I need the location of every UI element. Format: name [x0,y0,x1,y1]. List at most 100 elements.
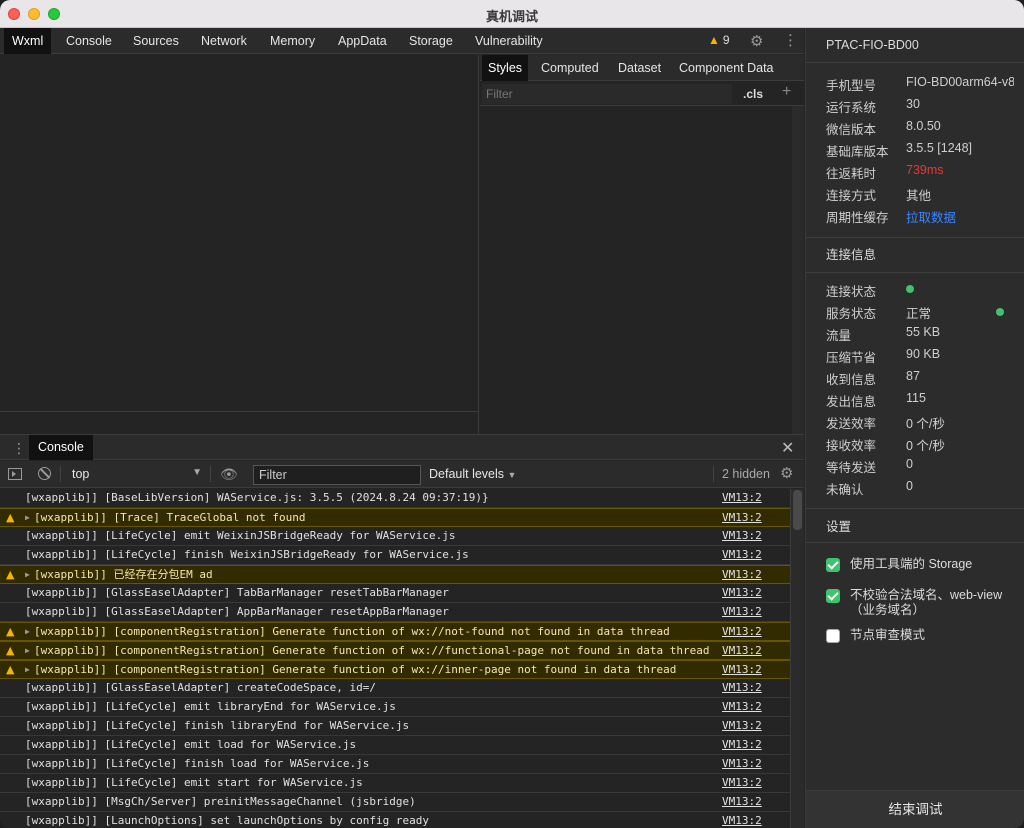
info-value: 739ms [906,163,944,177]
drawer-menu-icon[interactable]: ⋮ [12,440,26,457]
tab-storage[interactable]: Storage [401,28,461,54]
log-source-link[interactable]: VM13:2 [722,603,762,621]
wxml-tree-panel[interactable] [0,55,479,434]
expand-arrow-icon[interactable]: ▶ [25,566,30,584]
warnings-counter[interactable]: ▲ 9 [708,33,730,47]
log-source-link[interactable]: VM13:2 [722,698,762,716]
window-title: 真机调试 [485,9,538,24]
console-warning-row[interactable]: ▲ ▶ [wxapplib]] [Trace] TraceGlobal not fo… [0,508,790,527]
tab-appdata[interactable]: AppData [330,28,395,54]
wxml-breadcrumb-divider [0,411,479,412]
chevron-down-icon: ▼ [507,470,517,480]
live-expression-eye-icon[interactable]: 👁 [220,466,238,483]
console-log-row[interactable]: [wxapplib]] [LifeCycle] emit start for W… [0,774,790,793]
log-source-link[interactable]: VM13:2 [722,755,762,773]
log-source-link[interactable]: VM13:2 [722,736,762,754]
log-source-link[interactable]: VM13:2 [722,793,762,811]
log-message: [wxapplib]] [MsgCh/Server] preinitMessag… [25,795,416,808]
log-levels-dropdown[interactable]: Default levels ▼ [429,467,516,481]
log-source-link[interactable]: VM13:2 [722,774,762,792]
info-key: 接收效率 [826,439,877,453]
log-source-link[interactable]: VM13:2 [722,566,762,584]
console-log-row[interactable]: [wxapplib]] [LifeCycle] emit load for WA… [0,736,790,755]
context-selector[interactable]: top ▼ [66,464,206,484]
console-log-row[interactable]: [wxapplib]] [LaunchOptions] set launchOp… [0,812,790,828]
tab-dataset[interactable]: Dataset [612,55,667,81]
fetch-data-link[interactable]: 拉取数据 [906,207,1014,226]
show-sidebar-icon[interactable] [8,468,22,480]
console-scrollbar[interactable] [790,489,804,828]
setting-checkbox[interactable] [826,629,840,643]
console-log-row[interactable]: [wxapplib]] [GlassEaselAdapter] AppBarMa… [0,603,790,622]
warning-icon: ▲ [708,33,720,47]
expand-arrow-icon[interactable]: ▶ [25,623,30,641]
console-warning-row[interactable]: ▲ ▶ [wxapplib]] [componentRegistration] Ge… [0,641,790,660]
settings-gear-icon[interactable]: ⚙ [750,32,763,50]
setting-label[interactable]: 使用工具端的 Storage [850,557,1010,572]
settings-section-title: 设置 [826,520,852,534]
styles-filter-input[interactable]: Filter [482,84,732,104]
scrollbar-thumb[interactable] [793,490,802,530]
console-log-row[interactable]: [wxapplib]] [LifeCycle] emit libraryEnd … [0,698,790,717]
console-warning-row[interactable]: ▲ ▶ [wxapplib]] [componentRegistration] Ge… [0,622,790,641]
status-dot-icon [906,285,914,293]
styles-scrollbar[interactable] [792,106,804,434]
connection-info-row: 流量 55 KB [826,325,1016,347]
console-log-row[interactable]: [wxapplib]] [BaseLibVersion] WAService.j… [0,489,790,508]
log-source-link[interactable]: VM13:2 [722,509,762,527]
console-warning-row[interactable]: ▲ ▶ [wxapplib]] 已经存在分包EM ad VM13:2 [0,565,790,584]
tab-component-data[interactable]: Component Data [673,55,780,81]
close-drawer-icon[interactable]: ✕ [781,438,794,458]
info-value: 115 [906,391,926,405]
setting-checkbox[interactable] [826,558,840,572]
log-source-link[interactable]: VM13:2 [722,812,762,828]
styles-tab-bar: Styles Computed Dataset Component Data [480,55,804,81]
console-log-row[interactable]: [wxapplib]] [LifeCycle] emit WeixinJSBri… [0,527,790,546]
info-key: 压缩节省 [826,351,877,365]
end-debug-button[interactable]: 结束调试 [806,790,1024,828]
section-divider [806,508,1024,509]
more-options-icon[interactable]: ⋮ [783,31,798,49]
setting-label[interactable]: 节点审查模式 [850,628,1010,643]
tab-vulnerability[interactable]: Vulnerability [467,28,551,54]
drawer-tab-console[interactable]: Console [29,435,93,460]
console-log-row[interactable]: [wxapplib]] [LifeCycle] finish load for … [0,755,790,774]
info-key: 服务状态 [826,307,877,321]
log-source-link[interactable]: VM13:2 [722,679,762,697]
console-log-row[interactable]: [wxapplib]] [LifeCycle] finish libraryEn… [0,717,790,736]
tab-sources[interactable]: Sources [125,28,187,54]
log-message: [wxapplib]] [GlassEaselAdapter] TabBarMa… [25,586,449,599]
expand-arrow-icon[interactable]: ▶ [25,661,30,679]
console-log-row[interactable]: [wxapplib]] [GlassEaselAdapter] TabBarMa… [0,584,790,603]
console-filter-input[interactable]: Filter [253,465,421,485]
log-source-link[interactable]: VM13:2 [722,527,762,545]
tab-memory[interactable]: Memory [262,28,323,54]
log-source-link[interactable]: VM13:2 [722,584,762,602]
log-source-link[interactable]: VM13:2 [722,661,762,679]
setting-label[interactable]: 不校验合法域名、web-view（业务域名） [850,588,1010,618]
tab-network[interactable]: Network [193,28,255,54]
console-settings-gear-icon[interactable]: ⚙ [780,464,793,482]
info-value: 87 [906,369,920,383]
console-log-row[interactable]: [wxapplib]] [GlassEaselAdapter] createCo… [0,679,790,698]
log-source-link[interactable]: VM13:2 [722,642,762,660]
clear-console-icon[interactable] [38,467,51,480]
log-source-link[interactable]: VM13:2 [722,546,762,564]
tab-styles[interactable]: Styles [482,55,529,81]
console-log-row[interactable]: [wxapplib]] [MsgCh/Server] preinitMessag… [0,793,790,812]
expand-arrow-icon[interactable]: ▶ [25,642,30,660]
tab-wxml[interactable]: Wxml [4,28,52,54]
log-source-link[interactable]: VM13:2 [722,717,762,735]
cls-toggle-button[interactable]: .cls [743,87,763,101]
add-style-rule-icon[interactable]: + [782,83,791,101]
devtools-tab-bar: Wxml Console Sources Network Memory AppD… [0,28,804,54]
setting-checkbox[interactable] [826,589,840,603]
warning-icon: ▲ [6,511,15,524]
log-source-link[interactable]: VM13:2 [722,489,762,507]
console-log-row[interactable]: [wxapplib]] [LifeCycle] finish WeixinJSB… [0,546,790,565]
console-warning-row[interactable]: ▲ ▶ [wxapplib]] [componentRegistration] Ge… [0,660,790,679]
tab-computed[interactable]: Computed [535,55,605,81]
log-source-link[interactable]: VM13:2 [722,623,762,641]
expand-arrow-icon[interactable]: ▶ [25,509,30,527]
tab-console[interactable]: Console [58,28,120,54]
